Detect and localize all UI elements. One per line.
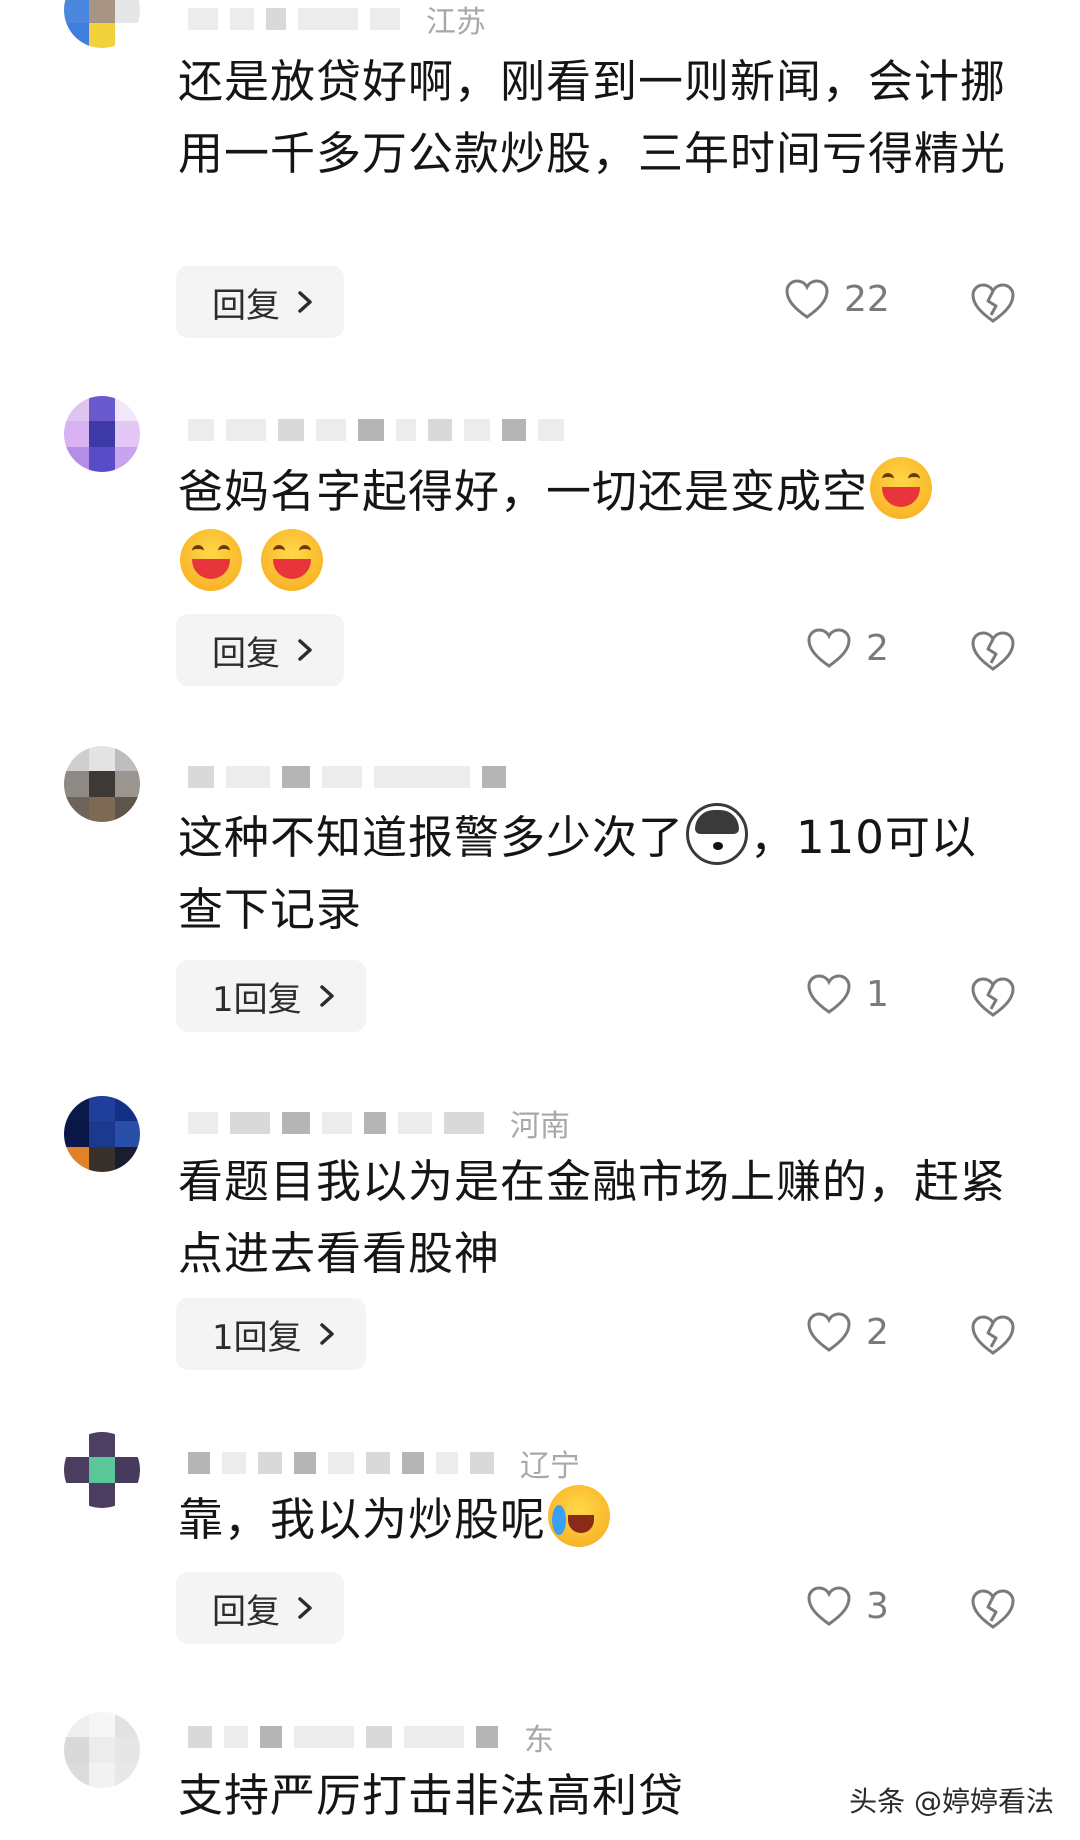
location-label: 河南 — [510, 1109, 570, 1144]
chevron-right-icon — [319, 1323, 334, 1345]
reply-label: 回复 — [212, 1591, 280, 1632]
location-label: 辽宁 — [520, 1449, 580, 1484]
username-blurred[interactable]: 江苏 — [188, 2, 486, 40]
comment-text-body: 爸妈名字起得好，一切还是变成空 — [178, 465, 869, 518]
like-count: 3 — [866, 1585, 889, 1627]
like-count: 2 — [866, 1311, 889, 1353]
username-blurred[interactable] — [188, 760, 532, 794]
location-label: 江苏 — [426, 5, 486, 40]
chevron-right-icon — [298, 1597, 312, 1619]
grinning-squinting-emoji — [180, 529, 242, 591]
grinning-squinting-emoji — [261, 529, 324, 591]
reply-button[interactable]: 1回复 — [176, 1298, 366, 1370]
reply-label: 回复 — [212, 285, 280, 326]
chevron-right-icon — [298, 291, 312, 313]
like-button[interactable]: 2 — [806, 627, 889, 669]
reply-button[interactable]: 回复 — [176, 614, 344, 686]
heart-outline-icon — [807, 1312, 851, 1352]
heart-outline-icon — [807, 974, 851, 1014]
like-button[interactable]: 22 — [784, 278, 890, 320]
reply-label: 1回复 — [212, 979, 302, 1020]
comment-text-before: 这种不知道报警多少次了 — [178, 811, 685, 864]
reply-label: 回复 — [212, 633, 280, 674]
dislike-button[interactable] — [970, 976, 1016, 1018]
comment-text: 这种不知道报警多少次了 ，110可以查下记录 — [178, 802, 1018, 946]
avatar[interactable] — [64, 396, 140, 472]
chevron-right-icon — [298, 639, 312, 661]
chevron-right-icon — [319, 985, 334, 1007]
like-count: 22 — [844, 278, 890, 320]
reply-button[interactable]: 1回复 — [176, 960, 366, 1032]
broken-heart-icon — [971, 283, 1015, 323]
dislike-button[interactable] — [970, 630, 1016, 672]
comment-text: 看题目我以为是在金融市场上赚的，赶紧点进去看看股神 — [178, 1155, 1007, 1280]
location-label: 东 — [524, 1723, 554, 1758]
heart-outline-icon — [807, 628, 851, 668]
avatar[interactable] — [64, 0, 140, 48]
like-button[interactable]: 2 — [806, 1311, 889, 1353]
dislike-button[interactable] — [970, 282, 1016, 324]
watermark: 头条 @婷婷看法 — [849, 1785, 1054, 1818]
broken-heart-icon — [971, 977, 1015, 1017]
comment-text: 还是放贷好啊，刚看到一则新闻，会计挪用一千多万公款炒股，三年时间亏得精光 — [178, 55, 1007, 180]
like-button[interactable]: 1 — [806, 973, 889, 1015]
dislike-button[interactable] — [970, 1314, 1016, 1356]
rolling-laughing-emoji — [548, 1485, 611, 1547]
username-blurred[interactable]: 河南 — [188, 1106, 570, 1144]
username-blurred[interactable]: 东 — [188, 1720, 554, 1758]
avatar[interactable] — [64, 1712, 140, 1788]
username-blurred[interactable] — [188, 413, 590, 447]
avatar[interactable] — [64, 1096, 140, 1172]
heart-outline-icon — [807, 1586, 851, 1626]
like-count: 2 — [866, 627, 889, 669]
comment-text: 靠，我以为炒股呢 — [178, 1484, 1018, 1556]
broken-heart-icon — [971, 631, 1015, 671]
comment-text: 爸妈名字起得好，一切还是变成空 — [178, 456, 1018, 600]
reply-button[interactable]: 回复 — [176, 1572, 344, 1644]
avatar[interactable] — [64, 1432, 140, 1508]
broken-heart-icon — [971, 1315, 1015, 1355]
heart-outline-icon — [785, 279, 829, 319]
reply-label: 1回复 — [212, 1317, 302, 1358]
broken-heart-icon — [971, 1589, 1015, 1629]
reply-button[interactable]: 回复 — [176, 266, 344, 338]
comment-text-body: 靠，我以为炒股呢 — [178, 1493, 547, 1546]
username-blurred[interactable]: 辽宁 — [188, 1446, 580, 1484]
like-button[interactable]: 3 — [806, 1585, 889, 1627]
husky-dog-emoji — [686, 803, 749, 865]
grinning-squinting-emoji — [870, 457, 933, 519]
dislike-button[interactable] — [970, 1588, 1016, 1630]
like-count: 1 — [866, 973, 889, 1015]
avatar[interactable] — [64, 746, 140, 822]
